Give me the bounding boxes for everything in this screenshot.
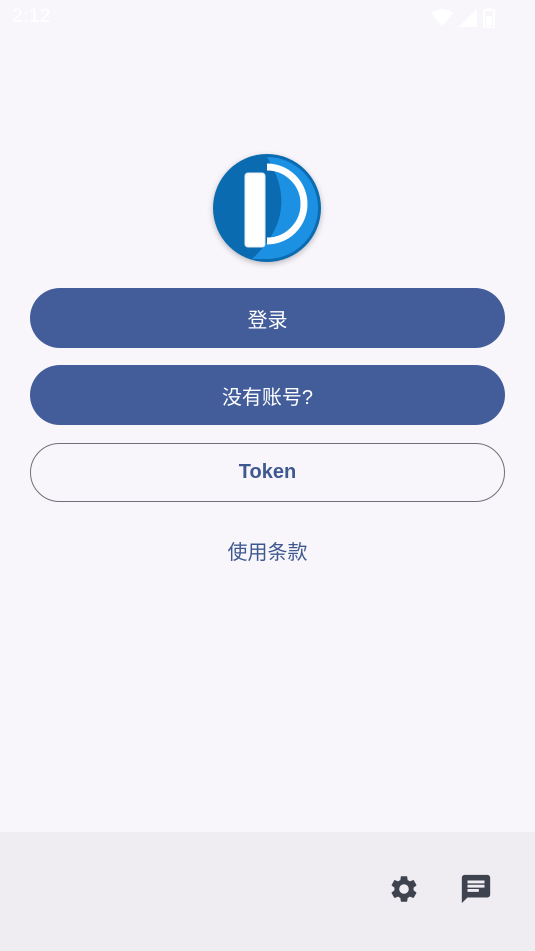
token-login-button[interactable]: Token: [30, 443, 505, 502]
token-button-label: Token: [238, 461, 297, 483]
status-time: 2:12: [12, 6, 51, 27]
register-button-label: 没有账号?: [221, 386, 314, 409]
battery-icon: [483, 8, 495, 28]
status-icons: [431, 8, 495, 28]
register-button[interactable]: 没有账号?: [30, 365, 505, 425]
settings-button[interactable]: [380, 867, 428, 915]
pixiv-logo-icon: [212, 153, 322, 263]
login-button[interactable]: 登录: [30, 288, 505, 348]
wifi-icon: [431, 9, 453, 27]
login-button-label: 登录: [247, 309, 288, 332]
feedback-button[interactable]: [452, 867, 500, 915]
feedback-message-icon: [459, 872, 493, 911]
gear-icon: [388, 873, 420, 910]
app-logo: [212, 153, 322, 263]
status-bar: 2:12: [0, 0, 535, 36]
cellular-signal-icon: [459, 9, 477, 27]
terms-of-use-link[interactable]: 使用条款: [0, 536, 535, 565]
